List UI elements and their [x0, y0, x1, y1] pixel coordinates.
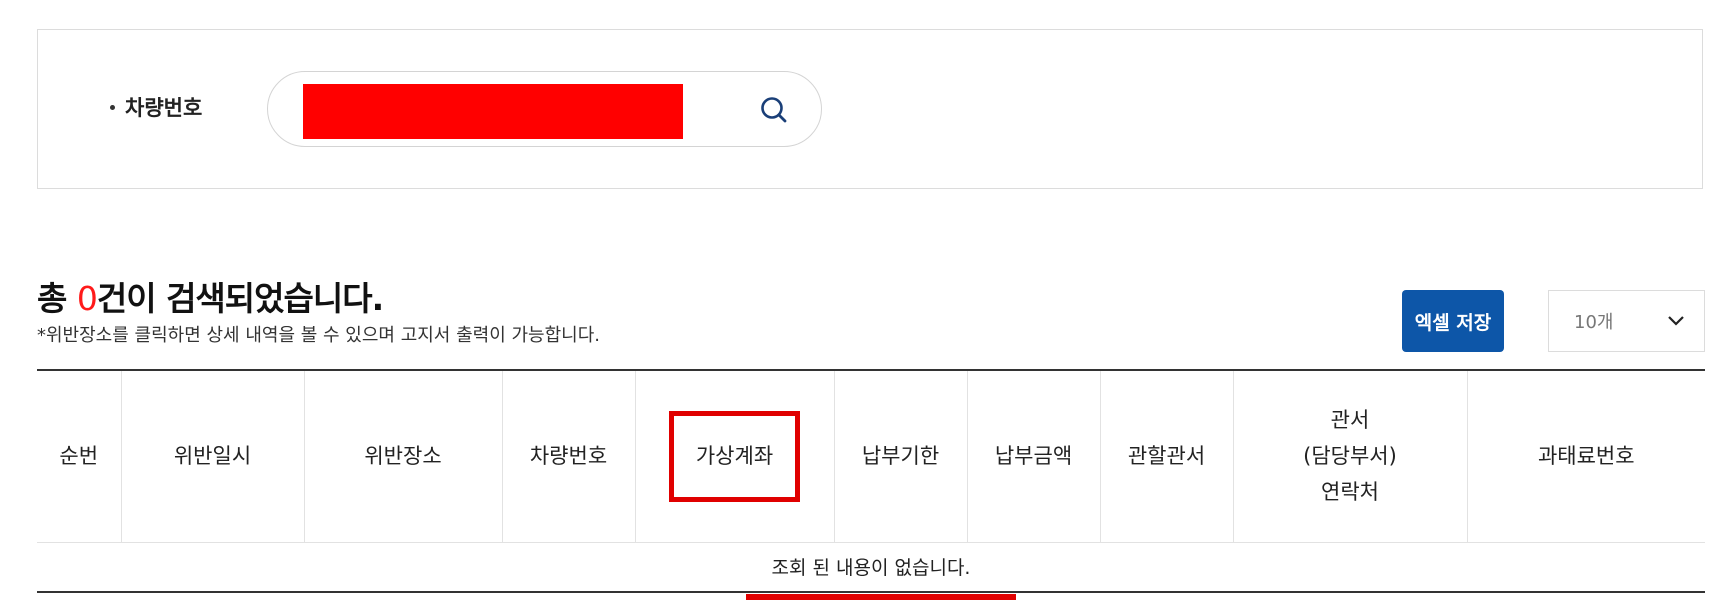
empty-message-wrap: 조회 된 내용이 없습니다. — [745, 553, 1017, 601]
vehicle-number-label-text: 차량번호 — [125, 96, 203, 120]
table-header-row: 순번 위반일시 위반장소 차량번호 가상계좌 납부기한 납부금액 관할관서 관서… — [37, 369, 1705, 543]
col-header-payment-amount: 납부금액 — [966, 369, 1100, 543]
excel-save-button[interactable]: 엑셀 저장 — [1402, 290, 1504, 352]
col-header-payment-due: 납부기한 — [833, 369, 967, 543]
vehicle-number-search-field — [267, 71, 822, 147]
vehicle-number-label: 차량번호 — [110, 92, 202, 122]
page-size-value: 10개 — [1574, 312, 1614, 333]
result-count-heading: 총 0건이 검색되었습니다. — [37, 272, 384, 320]
search-panel: 차량번호 — [37, 29, 1703, 189]
result-prefix: 총 — [37, 279, 77, 318]
search-button[interactable] — [756, 92, 792, 128]
search-icon — [761, 97, 787, 123]
dept-contact-line-1: 관서 — [1330, 408, 1370, 433]
result-count: 0 — [76, 279, 98, 318]
empty-message-underline-mark — [745, 594, 1017, 601]
empty-result-message: 조회 된 내용이 없습니다. — [771, 557, 971, 580]
result-suffix: 건이 검색되었습니다. — [96, 279, 384, 318]
col-header-department-contact: 관서 (담당부서) 연락처 — [1232, 369, 1467, 543]
col-header-jurisdiction: 관할관서 — [1099, 369, 1233, 543]
chevron-down-icon — [1668, 316, 1684, 326]
dept-contact-line-2: (담당부서) — [1303, 444, 1397, 469]
result-guide-note: *위반장소를 클릭하면 상세 내역을 볼 수 있으며 고지서 출력이 가능합니다… — [37, 325, 601, 346]
col-header-vehicle-number: 차량번호 — [501, 369, 635, 543]
dept-contact-line-3: 연락처 — [1321, 480, 1379, 505]
vehicle-number-input[interactable] — [303, 84, 683, 139]
empty-result-cell: 조회 된 내용이 없습니다. — [37, 542, 1705, 601]
page-size-select[interactable]: 10개 — [1548, 290, 1705, 352]
col-header-fine-number: 과태료번호 — [1466, 369, 1705, 543]
virtual-account-highlight: 가상계좌 — [668, 410, 801, 502]
bullet-icon — [110, 104, 115, 110]
col-header-virtual-account: 가상계좌 — [634, 369, 834, 543]
col-header-violation-datetime: 위반일시 — [120, 369, 304, 543]
violation-results-table: 순번 위반일시 위반장소 차량번호 가상계좌 납부기한 납부금액 관할관서 관서… — [37, 369, 1705, 601]
col-header-violation-place: 위반장소 — [303, 369, 502, 543]
table-row: 조회 된 내용이 없습니다. — [37, 542, 1705, 601]
col-header-seq: 순번 — [37, 369, 121, 543]
